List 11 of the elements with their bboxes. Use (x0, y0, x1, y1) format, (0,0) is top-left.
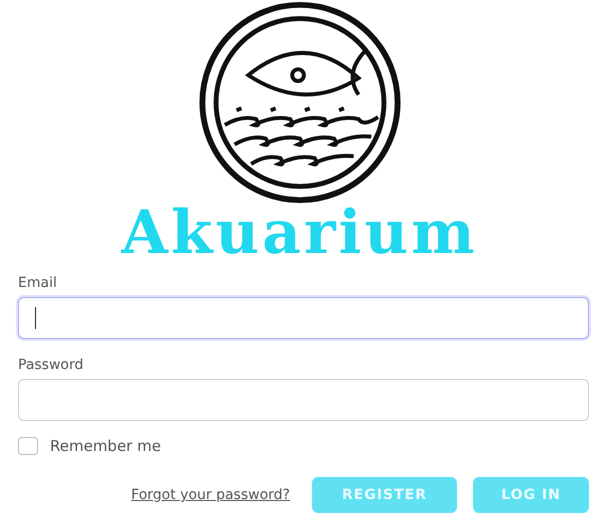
brand-title: Akuarium (120, 201, 479, 265)
input-field[interactable] (18, 297, 589, 339)
field-label: Password (18, 357, 84, 373)
input-field[interactable] (18, 379, 589, 421)
field-label: Email (18, 275, 58, 291)
checkbox-label: Remember me (50, 437, 161, 455)
register-button[interactable]: REGISTER (312, 477, 457, 513)
login-button[interactable]: LOG IN (473, 477, 589, 513)
forgot-password-link[interactable]: Forgot your password? (131, 487, 290, 503)
text-cursor (35, 307, 36, 329)
remember-checkbox[interactable] (18, 437, 38, 455)
